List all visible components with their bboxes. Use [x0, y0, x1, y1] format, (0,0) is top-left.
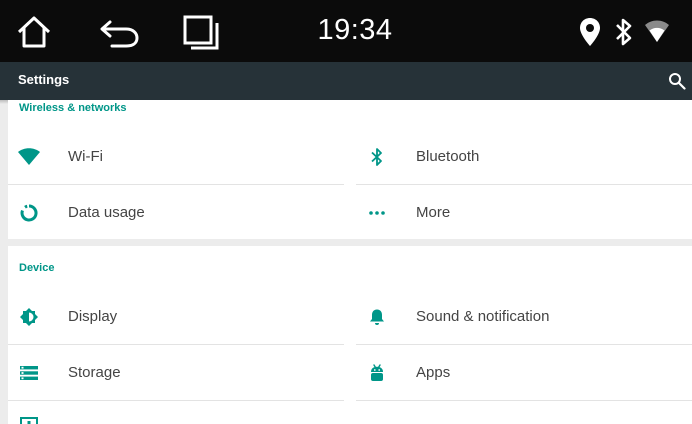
home-button[interactable]	[12, 10, 56, 54]
tile-bluetooth[interactable]: Bluetooth	[356, 129, 692, 184]
tile-label: Apps	[416, 364, 451, 381]
tile-label: Wi-Fi	[68, 148, 103, 165]
tile-data-usage[interactable]: Data usage	[8, 185, 344, 240]
settings-screen: 19:34 Settings Wireless & networks Wi-Fi…	[0, 0, 692, 424]
more-icon	[366, 202, 388, 224]
tile-label: Bluetooth	[416, 148, 480, 165]
tile-storage[interactable]: Storage	[8, 345, 344, 400]
search-icon	[669, 73, 686, 90]
tile-apps[interactable]: Apps	[356, 345, 692, 400]
android-icon	[366, 362, 388, 384]
display-icon	[18, 306, 40, 328]
partial-tile-icon	[18, 415, 40, 424]
tile-display[interactable]: Display	[8, 289, 344, 344]
tile-label: More	[416, 204, 451, 221]
storage-icon	[18, 362, 40, 384]
recents-icon	[183, 15, 219, 50]
back-icon	[100, 20, 139, 48]
tile-label: Display	[68, 308, 118, 325]
section-header-device: Device	[19, 262, 55, 274]
tile-label: Storage	[68, 364, 121, 381]
bluetooth-indicator	[612, 16, 636, 48]
bell-icon	[366, 306, 388, 328]
location-icon	[580, 18, 600, 46]
section-header-wireless: Wireless & networks	[19, 102, 127, 114]
wifi-icon	[18, 146, 40, 168]
search-button[interactable]	[664, 68, 690, 94]
bluetooth-icon	[616, 18, 632, 46]
data-usage-icon	[18, 202, 40, 224]
clock: 19:34	[317, 14, 393, 46]
tile-wifi[interactable]: Wi-Fi	[8, 129, 344, 184]
location-indicator	[578, 16, 602, 48]
wifi-indicator	[644, 16, 670, 48]
tile-partial[interactable]	[8, 401, 344, 424]
bluetooth-icon	[366, 146, 388, 168]
tile-more[interactable]: More	[356, 185, 692, 240]
wifi-icon	[645, 20, 669, 42]
tile-divider	[356, 400, 692, 401]
recents-button[interactable]	[180, 10, 224, 54]
tile-label: Sound & notification	[416, 308, 550, 325]
action-bar: Settings	[0, 62, 692, 100]
wireless-networks-card: Wireless & networks Wi-Fi Bluetooth Data…	[8, 100, 692, 239]
tile-sound-notification[interactable]: Sound & notification	[356, 289, 692, 344]
system-bar: 19:34	[0, 0, 692, 62]
tile-label: Data usage	[68, 204, 145, 221]
page-title: Settings	[18, 72, 70, 87]
device-card: Device Display Sound & notification Stor…	[8, 246, 692, 424]
home-icon	[17, 16, 51, 48]
back-button[interactable]	[98, 10, 142, 54]
